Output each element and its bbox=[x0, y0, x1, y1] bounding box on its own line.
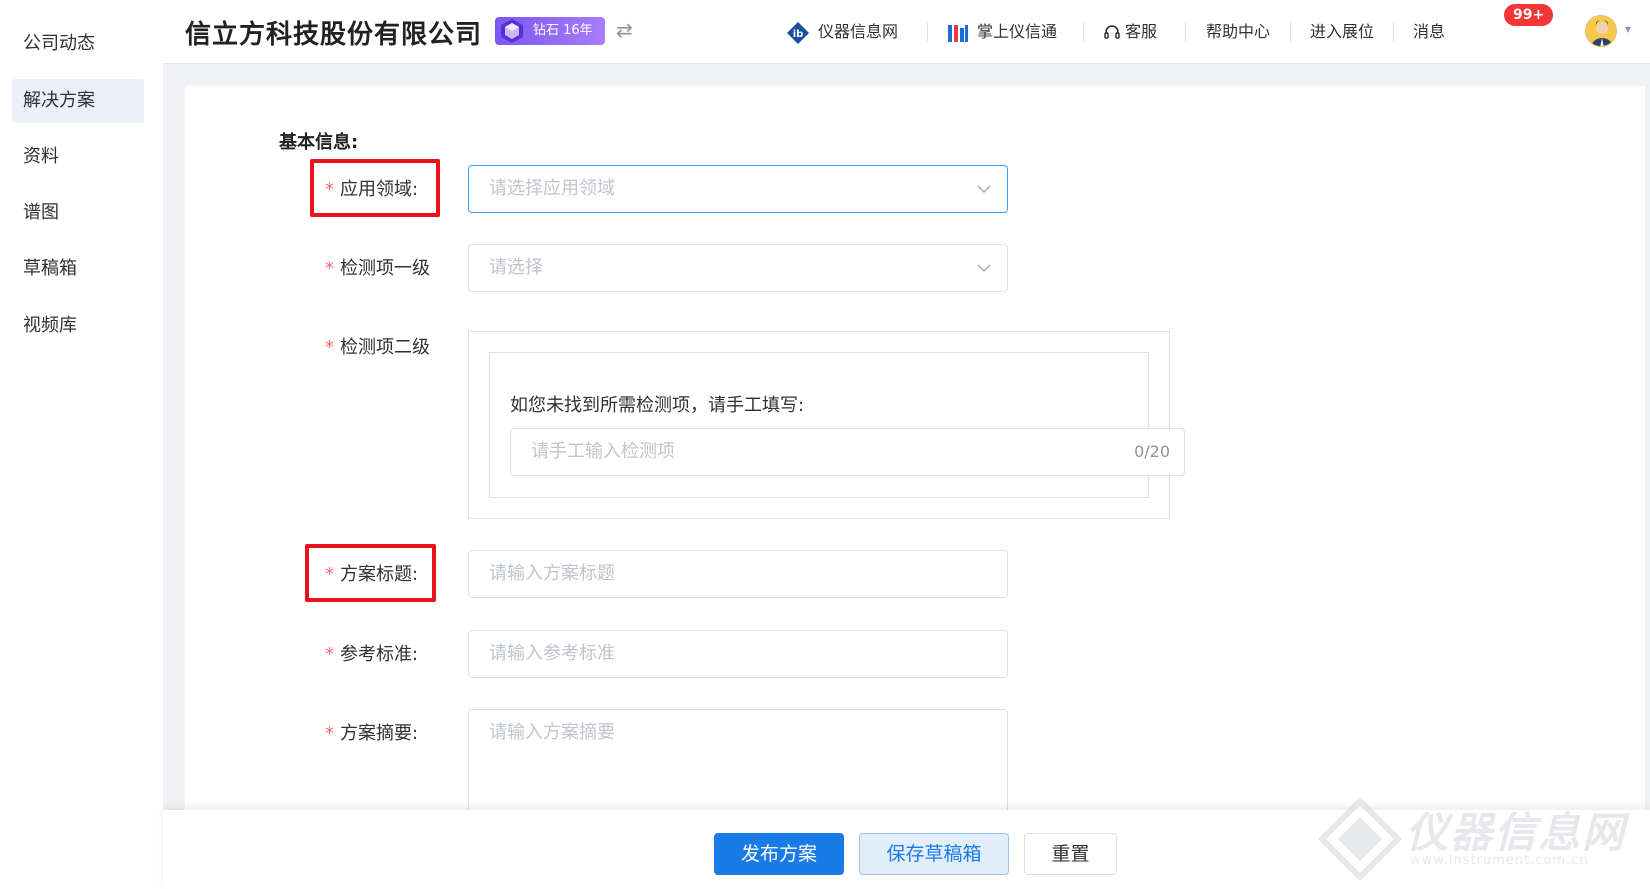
nav-divider bbox=[1393, 22, 1394, 42]
sidebar-item-spectra[interactable]: 谱图 bbox=[12, 191, 144, 235]
nav-customer-service[interactable]: 客服 bbox=[1103, 20, 1157, 44]
label-detection-level2: * 检测项二级 bbox=[325, 333, 430, 359]
sidebar-item-solutions[interactable]: 解决方案 bbox=[12, 79, 144, 123]
required-asterisk: * bbox=[325, 179, 334, 200]
nav-customer-service-label: 客服 bbox=[1125, 22, 1158, 41]
sidebar: 公司动态 解决方案 资料 谱图 草稿箱 视频库 bbox=[0, 0, 163, 889]
sidebar-item-video-library[interactable]: 视频库 bbox=[12, 304, 144, 348]
detection-level1-select[interactable]: 请选择 bbox=[468, 244, 1008, 292]
label-solution-title: * 方案标题: bbox=[325, 560, 418, 586]
nav-mobile-app[interactable]: 掌上仪信通 bbox=[947, 20, 1057, 44]
reset-button[interactable]: 重置 bbox=[1024, 833, 1117, 875]
user-avatar[interactable] bbox=[1585, 15, 1617, 47]
manual-entry-hint: 如您未找到所需检测项，请手工填写: bbox=[510, 395, 805, 416]
nav-messages[interactable]: 消息 bbox=[1413, 20, 1445, 44]
required-asterisk: * bbox=[325, 258, 334, 279]
save-draft-button[interactable]: 保存草稿箱 bbox=[859, 833, 1009, 875]
nav-help-center[interactable]: 帮助中心 bbox=[1206, 20, 1270, 44]
nav-instrument-net[interactable]: ib 仪器信息网 bbox=[786, 20, 898, 44]
chevron-down-icon bbox=[977, 185, 991, 194]
label-solution-summary-text: 方案摘要: bbox=[340, 723, 419, 744]
manual-entry-panel: 如您未找到所需检测项，请手工填写: 请手工输入检测项 0/20 bbox=[489, 352, 1185, 498]
label-reference-standard: * 参考标准: bbox=[325, 640, 418, 666]
user-avatar-icon bbox=[1586, 16, 1616, 46]
solution-summary-placeholder: 请输入方案摘要 bbox=[489, 722, 615, 743]
instrument-net-logo-icon: ib bbox=[787, 21, 809, 44]
nav-instrument-net-label: 仪器信息网 bbox=[818, 22, 899, 41]
bottom-action-bar: 发布方案 保存草稿箱 重置 bbox=[163, 810, 1650, 889]
nav-enter-booth[interactable]: 进入展位 bbox=[1310, 20, 1374, 44]
membership-badge: 钻石 16年 bbox=[495, 17, 605, 45]
svg-text:ib: ib bbox=[793, 29, 804, 40]
top-header: 信立方科技股份有限公司 钻石 16年 ⇄ ib 仪器信息网 掌上仪信通 客服 帮… bbox=[163, 0, 1650, 64]
label-application-domain: * 应用领域: bbox=[325, 175, 418, 201]
label-reference-standard-text: 参考标准: bbox=[340, 644, 419, 665]
required-asterisk: * bbox=[325, 337, 334, 358]
solution-title-placeholder: 请输入方案标题 bbox=[489, 563, 615, 584]
label-solution-title-text: 方案标题: bbox=[340, 564, 419, 585]
diamond-icon bbox=[501, 19, 523, 43]
sidebar-item-company-news[interactable]: 公司动态 bbox=[12, 22, 144, 66]
label-detection-level1-text: 检测项一级 bbox=[340, 258, 430, 279]
nav-mobile-app-label: 掌上仪信通 bbox=[977, 22, 1058, 41]
chevron-down-icon[interactable]: ▾ bbox=[1625, 22, 1631, 36]
message-count-badge: 99+ bbox=[1504, 4, 1554, 26]
mobile-app-icon bbox=[948, 24, 968, 42]
sidebar-item-drafts[interactable]: 草稿箱 bbox=[12, 247, 144, 291]
character-counter: 0/20 bbox=[1134, 442, 1170, 461]
detection-level2-panel: 如您未找到所需检测项，请手工填写: 请手工输入检测项 0/20 bbox=[468, 331, 1185, 519]
solution-form-card: 基本信息: * 应用领域: 请选择应用领域 * 检测项一级 请选择 * 检测项二级 如… bbox=[185, 86, 1645, 889]
nav-divider bbox=[1290, 22, 1291, 42]
company-title: 信立方科技股份有限公司 bbox=[185, 20, 483, 50]
publish-button[interactable]: 发布方案 bbox=[714, 833, 844, 875]
manual-detection-placeholder: 请手工输入检测项 bbox=[531, 441, 675, 462]
required-asterisk: * bbox=[325, 564, 334, 585]
solution-title-input[interactable]: 请输入方案标题 bbox=[468, 550, 1008, 598]
chevron-down-icon bbox=[977, 264, 991, 273]
section-title-basic-info: 基本信息: bbox=[279, 132, 359, 153]
nav-divider bbox=[1185, 22, 1186, 42]
nav-divider bbox=[1083, 22, 1084, 42]
label-solution-summary: * 方案摘要: bbox=[325, 719, 418, 745]
nav-divider bbox=[927, 22, 928, 42]
detection-level1-placeholder: 请选择 bbox=[489, 257, 543, 278]
required-asterisk: * bbox=[325, 644, 334, 665]
application-domain-placeholder: 请选择应用领域 bbox=[489, 178, 615, 199]
membership-badge-text: 钻石 16年 bbox=[533, 23, 593, 38]
label-detection-level1: * 检测项一级 bbox=[325, 254, 430, 280]
application-domain-select[interactable]: 请选择应用领域 bbox=[468, 165, 1008, 213]
label-application-domain-text: 应用领域: bbox=[340, 179, 419, 200]
reference-standard-placeholder: 请输入参考标准 bbox=[489, 643, 615, 664]
reference-standard-input[interactable]: 请输入参考标准 bbox=[468, 630, 1008, 678]
sidebar-item-materials[interactable]: 资料 bbox=[12, 135, 144, 179]
manual-detection-input[interactable]: 请手工输入检测项 0/20 bbox=[510, 428, 1185, 476]
headset-icon bbox=[1104, 24, 1120, 39]
swap-icon[interactable]: ⇄ bbox=[616, 18, 633, 42]
required-asterisk: * bbox=[325, 723, 334, 744]
label-detection-level2-text: 检测项二级 bbox=[340, 337, 430, 358]
